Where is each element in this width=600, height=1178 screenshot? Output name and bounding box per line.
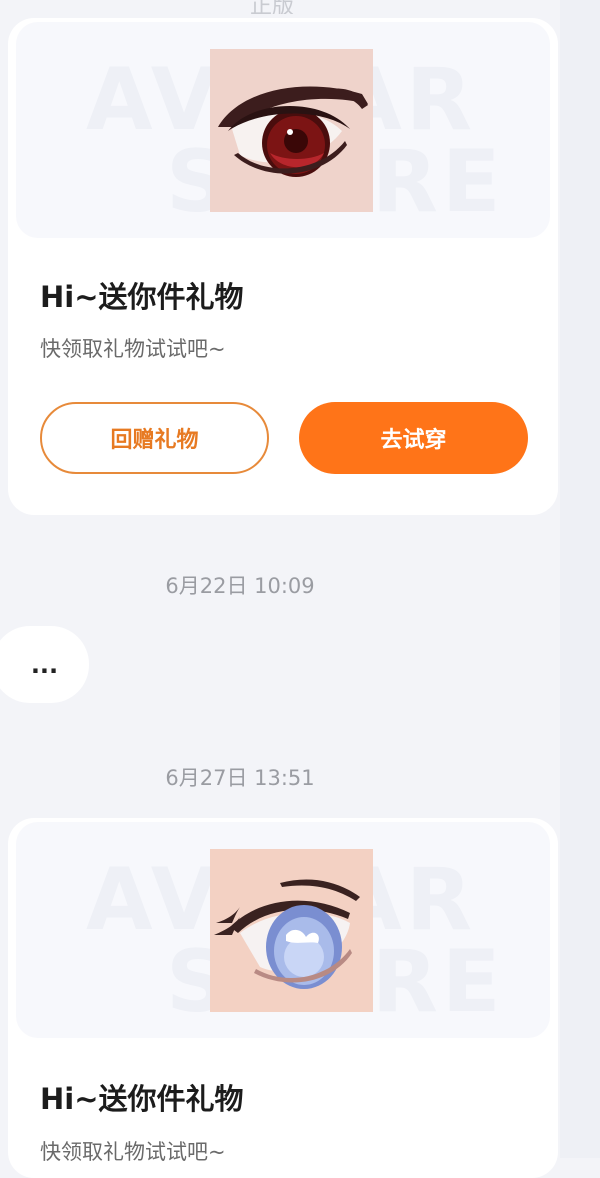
message-timestamp: 6月27日 13:51 (165, 766, 315, 790)
right-edge (560, 0, 600, 1158)
top-strip: 正版 (0, 0, 600, 14)
card-title: Hi~送你件礼物 (40, 1082, 244, 1116)
gift-card: AVATAR STORE Hi~送你件礼物 (8, 18, 558, 515)
bubble-text: ... (30, 650, 59, 679)
gift-preview: AVATAR STORE (16, 822, 550, 1038)
gift-card: AVATAR STORE (8, 818, 558, 1178)
return-gift-button[interactable]: 回赠礼物 (40, 402, 269, 474)
card-subtitle: 快领取礼物试试吧~ (40, 337, 226, 361)
try-on-button[interactable]: 去试穿 (299, 402, 528, 474)
card-subtitle: 快领取礼物试试吧~ (40, 1140, 226, 1164)
red-eye-icon[interactable] (210, 49, 373, 212)
card-title: Hi~送你件礼物 (40, 280, 244, 314)
blue-eye-icon[interactable] (210, 849, 373, 1012)
message-timestamp: 6月22日 10:09 (165, 574, 315, 598)
top-cut-text: 正版 (250, 0, 295, 14)
chat-bubble[interactable]: ... (0, 626, 89, 703)
gift-preview: AVATAR STORE (16, 22, 550, 238)
